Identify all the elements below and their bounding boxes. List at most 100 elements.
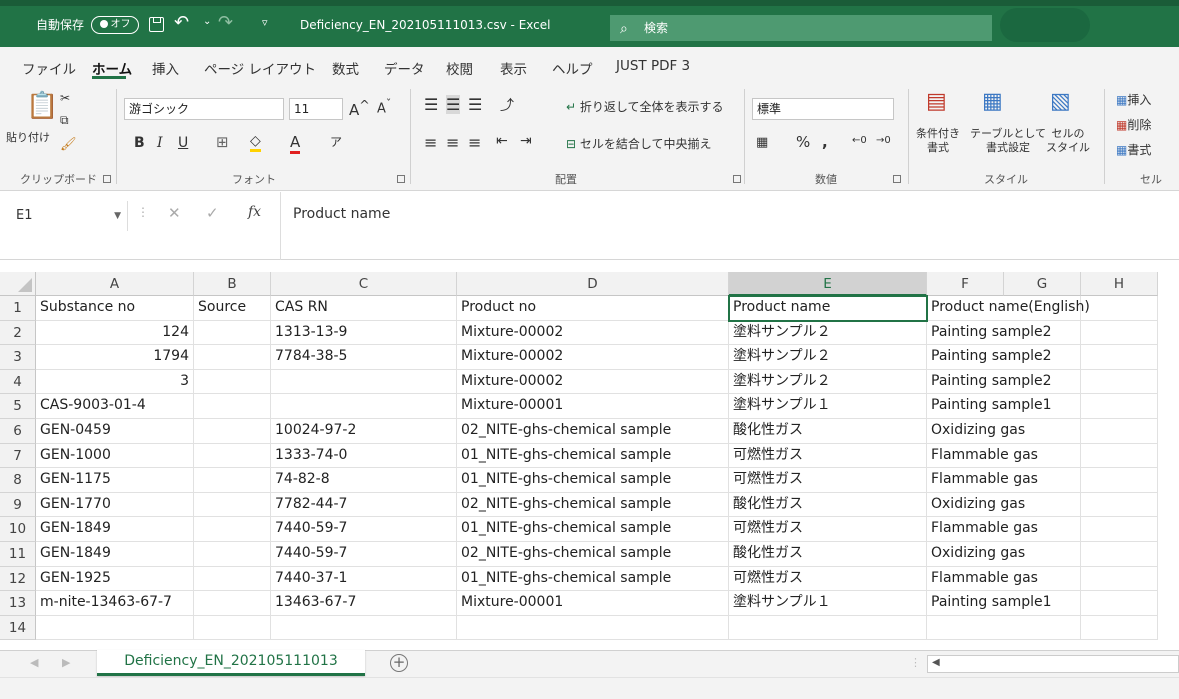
percent-icon[interactable]: % xyxy=(796,133,810,151)
spreadsheet-grid[interactable]: ABCDEFGH 1 Substance no Source CAS RN Produc… xyxy=(0,266,1179,650)
row-header[interactable]: 13 xyxy=(0,591,36,616)
formula-bar-grip-icon[interactable]: ⋮ xyxy=(137,205,149,219)
cell-d7[interactable]: 01_NITE-ghs-chemical sample xyxy=(457,443,729,469)
align-left-icon[interactable]: ≡ xyxy=(424,133,437,152)
cell-d11[interactable]: 02_NITE-ghs-chemical sample xyxy=(457,542,729,567)
number-launcher-icon[interactable] xyxy=(893,175,901,183)
cell-c11[interactable]: 7440-59-7 xyxy=(271,542,457,567)
number-format-select[interactable]: 標準 xyxy=(752,98,894,120)
cell-b11[interactable] xyxy=(194,542,271,567)
cell-d5[interactable]: Mixture-00001 xyxy=(457,394,729,419)
cell-b14[interactable] xyxy=(194,615,271,641)
cell-f13[interactable]: Painting sample1 xyxy=(927,591,1081,616)
cell-f5[interactable]: Painting sample1 xyxy=(927,394,1081,419)
cell-a5[interactable]: CAS-9003-01-4 xyxy=(36,394,194,419)
format-cells-button[interactable]: ▦書式 xyxy=(1116,141,1151,158)
cell-b10[interactable] xyxy=(194,517,271,542)
cell-b7[interactable] xyxy=(194,443,271,469)
phonetic-icon[interactable]: ア xyxy=(330,133,342,150)
cell-c9[interactable]: 7782-44-7 xyxy=(271,492,457,518)
cell-h3[interactable] xyxy=(1081,345,1158,370)
cell-h1[interactable] xyxy=(1081,296,1158,321)
cell-a4[interactable]: 3 xyxy=(36,369,194,395)
shrink-font-icon[interactable]: Aˇ xyxy=(377,97,391,116)
name-box[interactable]: E1 ▼ xyxy=(8,201,128,231)
column-header-c[interactable]: C xyxy=(271,272,457,296)
currency-icon[interactable]: ▦ xyxy=(756,135,768,150)
align-center-icon[interactable]: ≡ xyxy=(446,133,459,152)
cell-e3[interactable]: 塗料サンプル２ xyxy=(729,345,927,370)
cell-f10[interactable]: Flammable gas xyxy=(927,517,1081,542)
account-area[interactable] xyxy=(1000,8,1090,42)
cell-e4[interactable]: 塗料サンプル２ xyxy=(729,369,927,395)
cell-f8[interactable]: Flammable gas xyxy=(927,468,1081,493)
cell-a13[interactable]: m-nite-13463-67-7 xyxy=(36,591,194,616)
format-as-table-button[interactable]: テーブルとして 書式設定 xyxy=(970,127,1046,155)
cell-d3[interactable]: Mixture-00002 xyxy=(457,345,729,370)
decrease-decimal-icon[interactable]: →0 xyxy=(876,135,891,146)
cell-d1[interactable]: Product no xyxy=(457,296,729,321)
cell-h14[interactable] xyxy=(1081,615,1158,641)
cell-a6[interactable]: GEN-0459 xyxy=(36,419,194,444)
align-top-icon[interactable]: ☰ xyxy=(424,95,438,114)
sheet-nav-left-icon[interactable]: ◀ xyxy=(30,656,38,669)
font-launcher-icon[interactable] xyxy=(397,175,405,183)
undo-dropdown-icon[interactable]: ⌄ xyxy=(203,16,211,27)
cell-c3[interactable]: 7784-38-5 xyxy=(271,345,457,370)
cell-e7[interactable]: 可燃性ガス xyxy=(729,443,927,469)
formula-input[interactable]: Product name xyxy=(280,192,1179,260)
column-header-f[interactable]: F xyxy=(927,272,1004,296)
search-box[interactable]: ⌕ 検索 xyxy=(610,15,992,41)
redo-icon[interactable]: ↷ xyxy=(218,12,233,33)
cell-d10[interactable]: 01_NITE-ghs-chemical sample xyxy=(457,517,729,542)
cell-a2[interactable]: 124 xyxy=(36,320,194,346)
cell-b8[interactable] xyxy=(194,468,271,493)
paste-label[interactable]: 貼り付け xyxy=(6,129,50,145)
cell-d12[interactable]: 01_NITE-ghs-chemical sample xyxy=(457,566,729,592)
undo-icon[interactable]: ↶ xyxy=(174,12,189,33)
tab-review[interactable]: 校閲 xyxy=(446,58,473,78)
cell-a11[interactable]: GEN-1849 xyxy=(36,542,194,567)
cell-c10[interactable]: 7440-59-7 xyxy=(271,517,457,542)
cell-c6[interactable]: 10024-97-2 xyxy=(271,419,457,444)
cell-e5[interactable]: 塗料サンプル１ xyxy=(729,394,927,419)
cell-e2[interactable]: 塗料サンプル２ xyxy=(729,320,927,346)
cell-b12[interactable] xyxy=(194,566,271,592)
row-header[interactable]: 8 xyxy=(0,468,36,493)
cell-b5[interactable] xyxy=(194,394,271,419)
cell-d8[interactable]: 01_NITE-ghs-chemical sample xyxy=(457,468,729,493)
format-painter-icon[interactable]: 🖌 xyxy=(60,137,77,152)
tab-just-pdf[interactable]: JUST PDF 3 xyxy=(616,58,690,74)
paste-icon[interactable]: 📋 xyxy=(26,91,58,121)
tab-formulas[interactable]: 数式 xyxy=(332,58,359,78)
comma-icon[interactable]: , xyxy=(822,133,828,151)
font-name-select[interactable]: 游ゴシック xyxy=(124,98,284,120)
cell-c4[interactable] xyxy=(271,369,457,395)
row-header[interactable]: 12 xyxy=(0,566,36,592)
delete-cells-button[interactable]: ▦削除 xyxy=(1116,116,1151,133)
column-header-d[interactable]: D xyxy=(457,272,729,296)
increase-indent-icon[interactable]: ⇥ xyxy=(520,133,532,149)
cell-b1[interactable]: Source xyxy=(194,296,271,321)
cell-c14[interactable] xyxy=(271,615,457,641)
cell-styles-button[interactable]: セルの スタイル xyxy=(1046,127,1090,155)
row-header[interactable]: 5 xyxy=(0,394,36,419)
conditional-format-icon[interactable]: ▤ xyxy=(926,89,947,114)
font-size-select[interactable]: 11 xyxy=(289,98,343,120)
cell-f7[interactable]: Flammable gas xyxy=(927,443,1081,469)
tab-home[interactable]: ホーム xyxy=(92,58,132,78)
merge-center-button[interactable]: ⊟ セルを結合して中央揃え xyxy=(566,135,712,152)
cell-a10[interactable]: GEN-1849 xyxy=(36,517,194,542)
cell-b9[interactable] xyxy=(194,492,271,518)
tab-insert[interactable]: 挿入 xyxy=(152,58,179,78)
cell-h7[interactable] xyxy=(1081,443,1158,469)
conditional-format-button[interactable]: 条件付き 書式 xyxy=(916,127,960,155)
column-header-a[interactable]: A xyxy=(36,272,194,296)
underline-icon[interactable]: U xyxy=(178,135,188,151)
cancel-icon[interactable]: ✕ xyxy=(168,204,181,222)
cell-c5[interactable] xyxy=(271,394,457,419)
tab-page-layout[interactable]: ページ レイアウト xyxy=(204,58,316,78)
cell-d2[interactable]: Mixture-00002 xyxy=(457,320,729,346)
cell-b3[interactable] xyxy=(194,345,271,370)
cell-e14[interactable] xyxy=(729,615,927,641)
